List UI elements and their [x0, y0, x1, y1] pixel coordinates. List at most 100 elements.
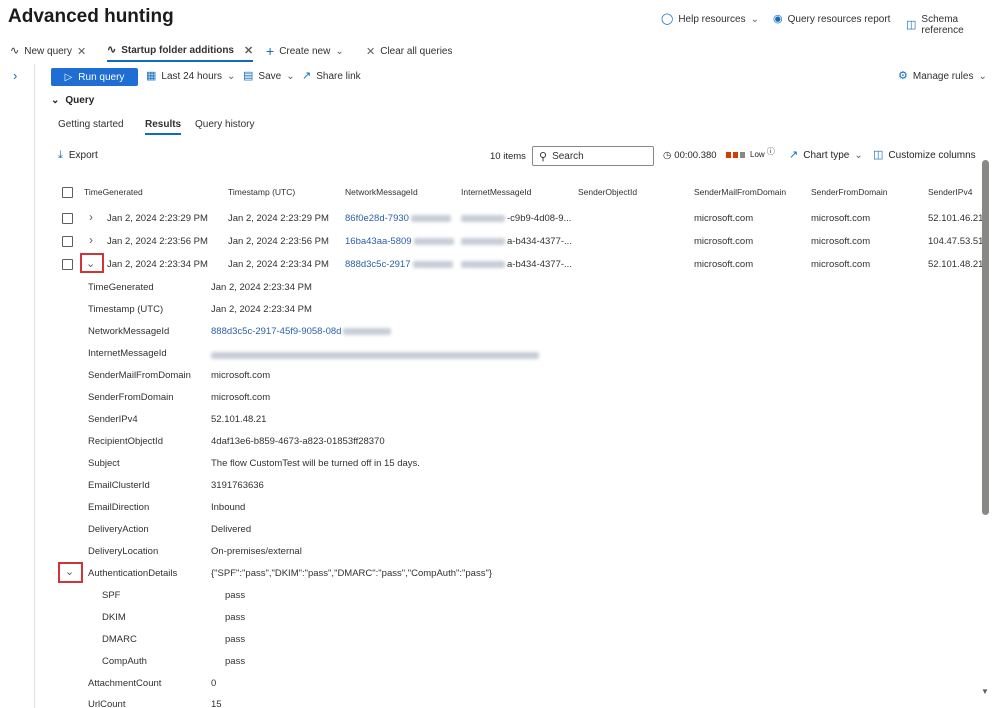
query-icon: ∿ [10, 44, 20, 57]
detail-key: Timestamp (UTC) [88, 304, 164, 315]
column-header[interactable]: SenderObjectId [578, 187, 637, 197]
network-id-text: 86f0e28d-7930 [345, 213, 409, 224]
tab-query-history[interactable]: Query history [195, 119, 254, 130]
chevron-down-icon: ⌄ [978, 71, 987, 82]
detail-value: 3191763636 [211, 480, 264, 491]
cell-sender-mail-from-domain: microsoft.com [694, 259, 754, 270]
internet-id-text: -c9b9-4d08-9... [507, 213, 572, 224]
column-header[interactable]: SenderFromDomain [811, 187, 888, 197]
column-header[interactable]: NetworkMessageId [345, 187, 418, 197]
detail-value: 4daf13e6-b859-4673-a823-01853ff28370 [211, 436, 385, 447]
auth-sub-key: DMARC [102, 634, 137, 645]
manage-rules-button[interactable]: ⚙ Manage rules ⌄ [898, 71, 987, 83]
detail-key: EmailDirection [88, 502, 150, 513]
query-tab-bar: ∿ New query ✕ ∿ Startup folder additions… [0, 40, 999, 64]
redacted-block [461, 237, 505, 245]
manage-rules-label: Manage rules [912, 71, 974, 82]
search-input[interactable]: ⚲ Search [532, 146, 654, 166]
internet-id-text: a-b434-4377-... [507, 259, 572, 270]
column-header[interactable]: TimeGenerated [84, 187, 143, 197]
close-icon[interactable]: ✕ [244, 44, 253, 57]
network-id-text: 888d3c5c-2917 [345, 259, 411, 270]
row-checkbox[interactable] [62, 213, 73, 224]
chevron-right-icon[interactable]: › [89, 233, 93, 247]
chevron-down-icon: ⌄ [227, 71, 236, 82]
help-resources-link[interactable]: ◯ Help resources ⌄ [661, 14, 759, 26]
time-range-dropdown[interactable]: ▦ Last 24 hours ⌄ [146, 71, 236, 83]
auth-sub-value: pass [225, 634, 246, 645]
detail-value-link[interactable]: 888d3c5c-2917-45f9-9058-08d [211, 326, 392, 337]
query-resources-report-link[interactable]: ◉ Query resources report [773, 14, 891, 26]
column-header[interactable]: Timestamp (UTC) [228, 187, 295, 197]
close-icon[interactable]: ✕ [77, 45, 86, 58]
detail-key: DeliveryLocation [88, 546, 159, 557]
expand-chevron-icon[interactable]: › [13, 68, 17, 83]
table-row-expanded[interactable]: ⌄ Jan 2, 2024 2:23:34 PM Jan 2, 2024 2:2… [0, 254, 984, 276]
detail-value: microsoft.com [211, 392, 271, 403]
chevron-right-icon[interactable]: › [89, 210, 93, 224]
detail-value: {"SPF":"pass","DKIM":"pass","DMARC":"pas… [211, 568, 492, 579]
resource-usage-indicator: Low ⓘ [726, 147, 775, 159]
clear-all-label: Clear all queries [380, 45, 453, 57]
tab-startup-folder-additions[interactable]: ∿ Startup folder additions ✕ [107, 40, 254, 62]
detail-value: Delivered [211, 524, 252, 535]
tab-results[interactable]: Results [145, 119, 182, 135]
redacted-block [211, 351, 539, 359]
cell-network-message-id[interactable]: 888d3c5c-2917 [345, 259, 453, 270]
table-row[interactable]: › Jan 2, 2024 2:23:56 PM Jan 2, 2024 2:2… [0, 231, 983, 253]
save-icon: ▤ [243, 70, 254, 82]
detail-key: RecipientObjectId [88, 436, 163, 447]
share-icon: ↗ [302, 70, 312, 82]
help-resources-label: Help resources [678, 14, 746, 25]
detail-key: AuthenticationDetails [88, 568, 178, 579]
scroll-down-arrow-icon[interactable]: ▼ [981, 687, 989, 696]
vertical-scrollbar[interactable]: ▼ [980, 150, 992, 708]
detail-value: microsoft.com [211, 370, 271, 381]
column-header[interactable]: SenderMailFromDomain [694, 187, 786, 197]
cell-internet-message-id: -c9b9-4d08-9... [461, 213, 571, 224]
detail-key: NetworkMessageId [88, 326, 170, 337]
cell-sender-from-domain: microsoft.com [811, 213, 871, 224]
query-resources-report-label: Query resources report [787, 14, 891, 25]
detail-value: Jan 2, 2024 2:23:34 PM [211, 304, 312, 315]
info-icon[interactable]: ⓘ [767, 146, 775, 157]
cell-sender-ipv4: 52.101.48.21 [928, 259, 984, 270]
run-query-button[interactable]: ▷ Run query [51, 68, 138, 86]
usage-bar-1 [726, 151, 731, 158]
redacted-block [461, 214, 505, 222]
highlight-box [58, 562, 83, 583]
tab-label: Startup folder additions [121, 44, 234, 56]
auth-sub-key: SPF [102, 590, 121, 601]
row-checkbox[interactable] [62, 259, 73, 270]
create-new-button[interactable]: + Create new ⌄ [266, 40, 344, 62]
detail-key: EmailClusterId [88, 480, 150, 491]
time-range-label: Last 24 hours [161, 71, 223, 82]
column-header[interactable]: InternetMessageId [461, 187, 531, 197]
redacted-block [343, 327, 392, 335]
save-label: Save [258, 71, 282, 82]
highlight-box [80, 253, 104, 273]
row-checkbox[interactable] [62, 236, 73, 247]
export-button[interactable]: ⤓ Export [58, 150, 98, 162]
scrollbar-thumb[interactable] [982, 160, 989, 515]
cell-internet-message-id: a-b434-4377-... [461, 259, 572, 270]
clear-all-queries-button[interactable]: ✕ Clear all queries [366, 40, 452, 62]
select-all-checkbox[interactable] [62, 187, 73, 198]
tab-new-query[interactable]: ∿ New query ✕ [10, 40, 86, 62]
cell-network-message-id[interactable]: 16ba43aa-5809 [345, 236, 454, 247]
cell-network-message-id[interactable]: 86f0e28d-7930 [345, 213, 451, 224]
cell-time-generated: Jan 2, 2024 2:23:29 PM [107, 213, 208, 224]
schema-reference-link[interactable]: ◫ Schema reference [906, 14, 999, 36]
query-section-toggle[interactable]: ⌄ Query [51, 95, 94, 106]
share-link-button[interactable]: ↗ Share link [302, 70, 361, 83]
cell-timestamp: Jan 2, 2024 2:23:29 PM [228, 213, 329, 224]
detail-key: AttachmentCount [88, 678, 162, 689]
search-placeholder: Search [552, 150, 584, 162]
chart-type-dropdown[interactable]: ↗ Chart type ⌄ [789, 150, 863, 162]
tab-getting-started[interactable]: Getting started [58, 119, 124, 130]
customize-columns-button[interactable]: ◫ Customize columns [873, 150, 976, 162]
save-button[interactable]: ▤ Save ⌄ [243, 70, 295, 83]
column-header[interactable]: SenderIPv4 [928, 187, 972, 197]
detail-key: DeliveryAction [88, 524, 149, 535]
table-row[interactable]: › Jan 2, 2024 2:23:29 PM Jan 2, 2024 2:2… [0, 208, 983, 230]
